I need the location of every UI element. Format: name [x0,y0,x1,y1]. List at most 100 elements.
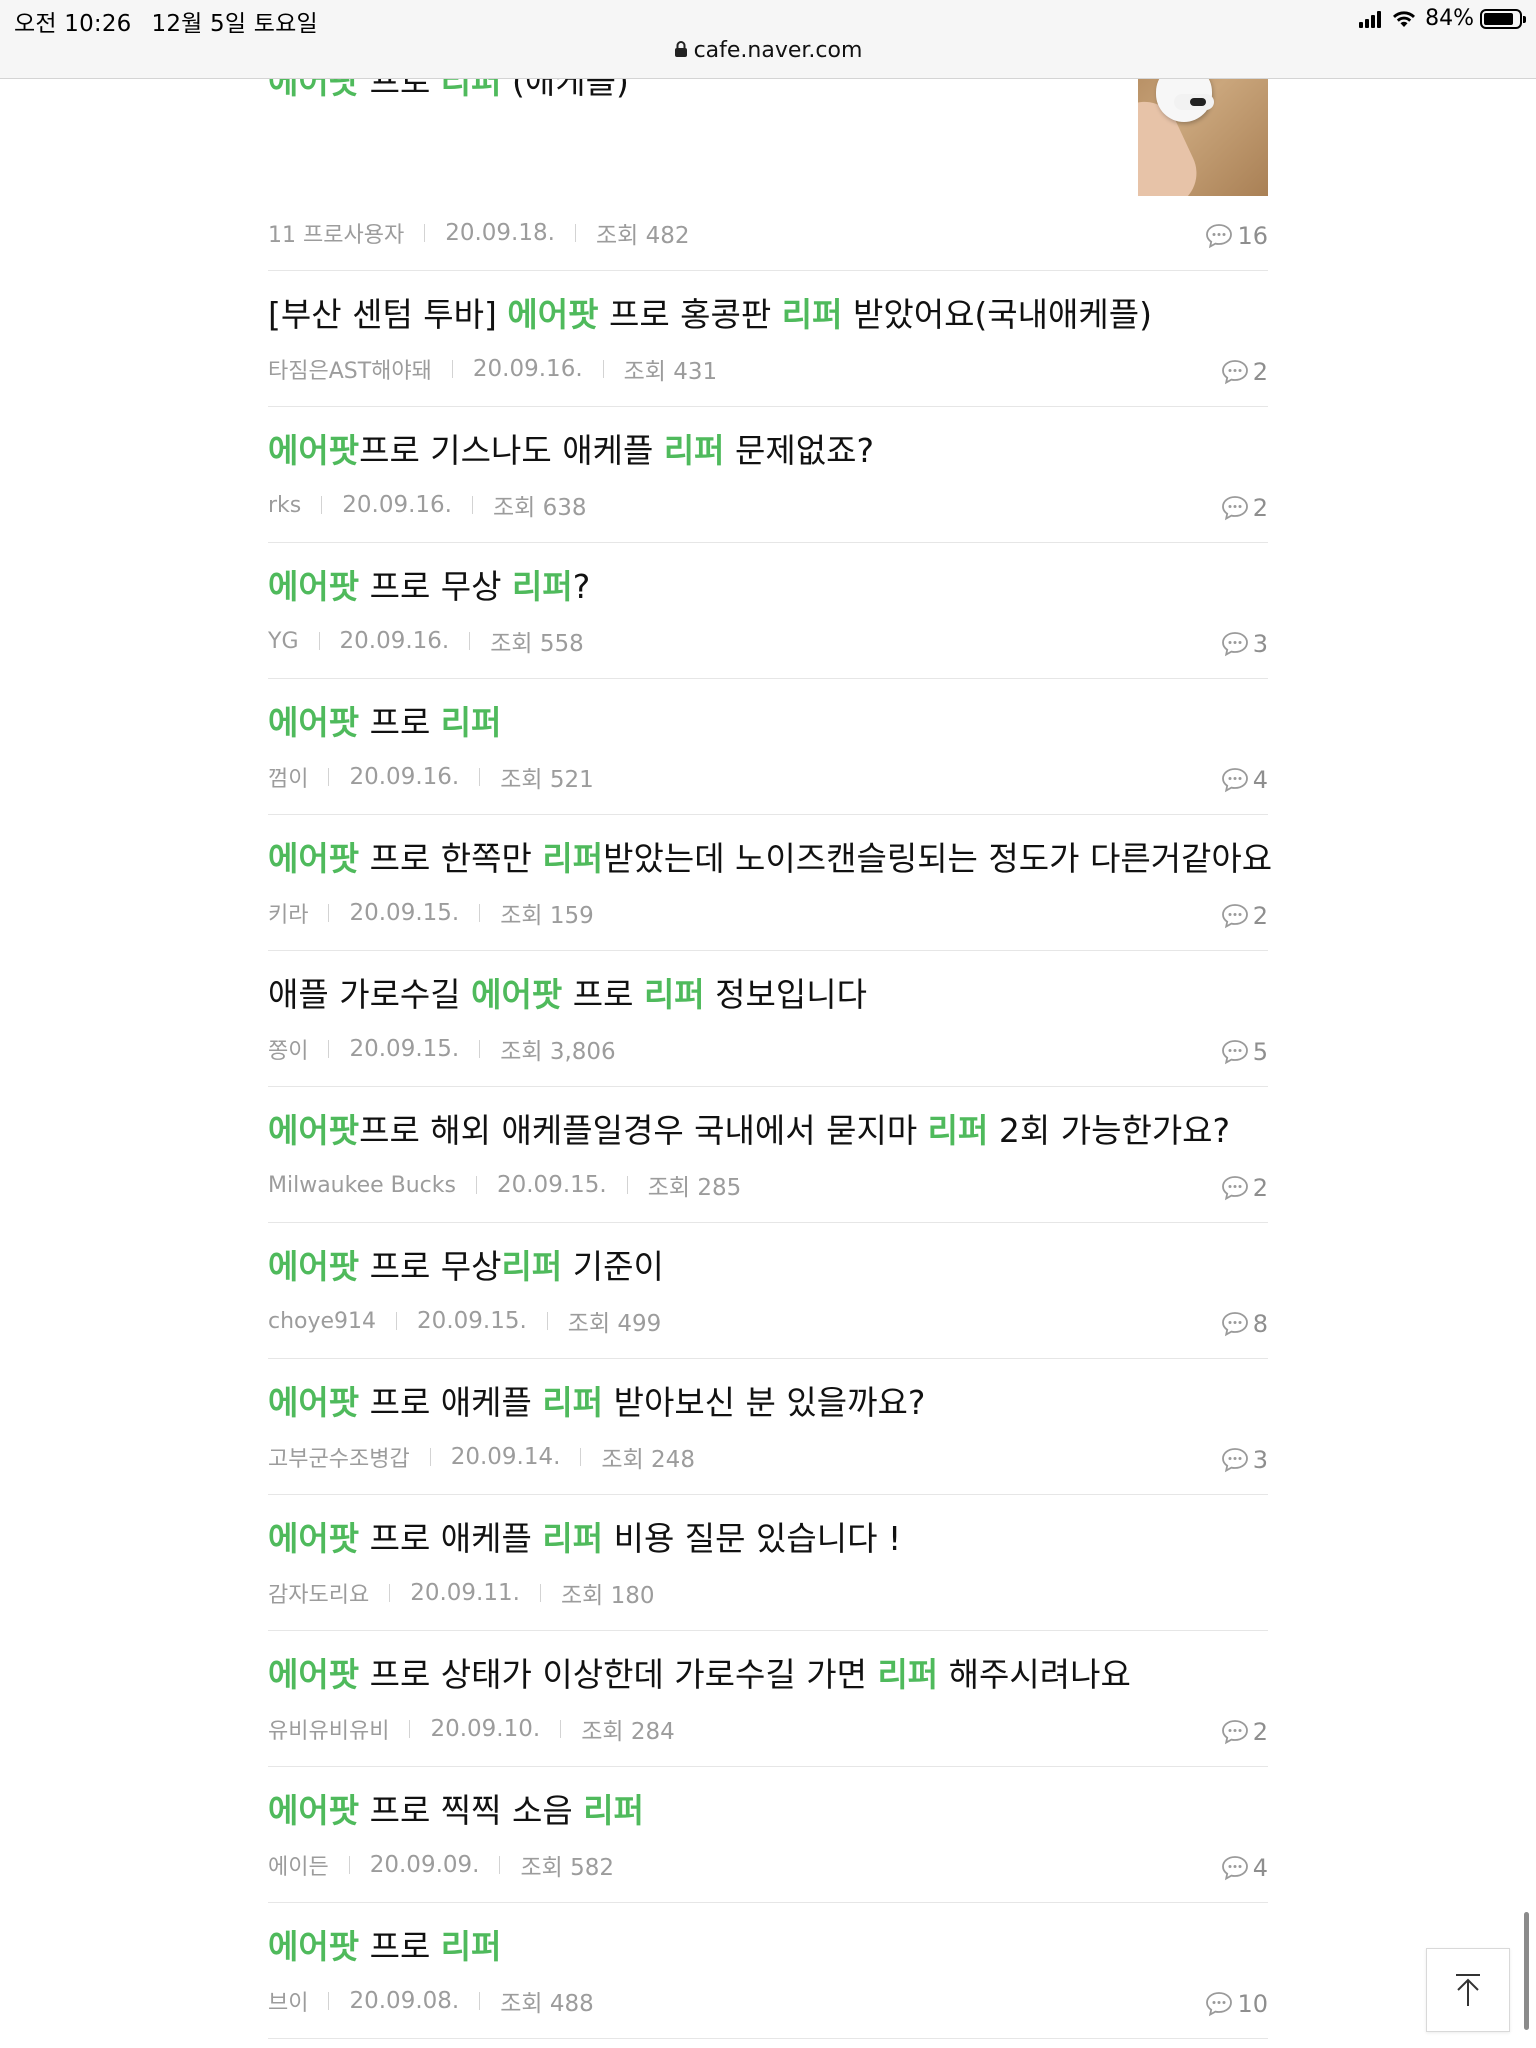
post-author: 브이 [268,1991,309,2016]
comment-count[interactable]: 2 [1221,494,1268,522]
meta-divider [451,360,453,378]
back-to-top-button[interactable] [1426,1948,1510,2032]
post-meta: 껌이 20.09.16. 조회 521 [268,760,594,794]
meta-divider [479,768,481,786]
meta-divider [328,1992,330,2010]
list-item[interactable]: 에어팟 프로 애케플 리퍼 받아보신 분 있을까요? 고부군수조병갑 20.09.1… [268,1358,1268,1495]
title-keyword: 리퍼 [501,1247,563,1286]
post-views: 조회 248 [601,1447,695,1473]
post-views: 조회 284 [581,1719,675,1745]
post-views: 조회 482 [595,223,690,249]
post-title[interactable]: 에어팟 프로 리퍼 [268,700,502,746]
list-item[interactable]: 에어팟프로 기스나도 애케플 리퍼 문제없죠? rks 20.09.16. 조회 63… [268,406,1268,543]
post-title[interactable]: 에어팟 프로 찍찍 소음 리퍼 [268,1788,644,1834]
comment-count[interactable]: 2 [1221,358,1268,386]
scrollbar[interactable] [1524,1912,1529,2030]
post-title[interactable]: 에어팟 프로 애케플 리퍼 비용 질문 있습니다 ! [268,1516,901,1562]
post-author: rks [268,492,302,518]
title-text: 비용 질문 있습니다 ! [603,1519,902,1558]
list-item[interactable]: 에어팟 프로 무상 리퍼? YG 20.09.16. 조회 558 3 [268,542,1268,679]
comment-count[interactable]: 3 [1221,1446,1268,1474]
comment-count[interactable]: 4 [1221,766,1268,794]
post-title[interactable]: 에어팟 프로 상태가 이상한데 가로수길 가면 리퍼 해주시려나요 [268,1652,1131,1698]
post-title[interactable]: 에어팟프로 해외 애케플일경우 국내에서 묻지마 리퍼 2회 가능한가요? [268,1108,1230,1154]
meta-divider [348,1856,350,1874]
comment-count-value: 4 [1252,1854,1268,1882]
list-item[interactable]: 에어팟프로 해외 애케플일경우 국내에서 묻지마 리퍼 2회 가능한가요? Mil… [268,1086,1268,1223]
comment-bubble-icon [1221,1448,1248,1473]
list-item[interactable]: 에어팟 프로 리퍼 브이 20.09.08. 조회 488 10 [268,1902,1268,2039]
post-title[interactable]: 애플 가로수길 에어팟 프로 리퍼 정보입니다 [268,972,867,1018]
comment-count[interactable]: 5 [1221,1038,1268,1066]
list-item[interactable]: 애플 가로수길 에어팟 프로 리퍼 정보입니다쫑이 20.09.15. 조회 3,8… [268,950,1268,1087]
title-text: 프로 무상 [359,567,513,606]
title-keyword: 에어팟 [268,567,360,606]
post-thumbnail[interactable] [1138,60,1268,196]
comment-bubble-icon [1206,224,1233,249]
title-text: 프로 [562,975,644,1014]
list-item[interactable]: 에어팟 프로 상태가 이상한데 가로수길 가면 리퍼 해주시려나요 유비유비유비 2… [268,1630,1268,1767]
meta-divider [409,1720,411,1738]
comment-count[interactable]: 8 [1221,1310,1268,1338]
status-time: 오전 10:26 [14,11,132,37]
cellular-signal-icon [1359,10,1383,28]
post-meta: 쫑이 20.09.15. 조회 3,806 [268,1032,616,1066]
list-item[interactable]: 에어팟 프로 무상리퍼 기준이 choye914 20.09.15. 조회 499 8 [268,1222,1268,1359]
post-title[interactable]: 에어팟 프로 한쪽만 리퍼받았는데 노이즈캔슬링되는 정도가 다른거같아요 [268,836,1272,882]
comment-count[interactable]: 4 [1221,1854,1268,1882]
post-views: 조회 558 [490,631,584,657]
post-date: 20.09.16. [349,764,460,790]
title-text: 기준이 [562,1247,664,1286]
post-date: 20.09.15. [496,1172,607,1198]
battery-percent: 84% [1425,6,1474,31]
meta-divider [469,632,471,650]
browser-status-bar: 오전 10:26 12월 5일 토요일 84% cafe.naver.com [0,0,1536,79]
url-domain: cafe.naver.com [693,38,863,63]
comment-count[interactable]: 2 [1221,1718,1268,1746]
title-text: 프로 애케플 [359,1383,543,1422]
arrow-up-icon [1456,1974,1480,2006]
title-text: [부산 센텀 투바] [268,295,508,334]
meta-divider [546,1312,548,1330]
title-text: 프로 해외 애케플일경우 국내에서 묻지마 [359,1111,928,1150]
post-meta: YG 20.09.16. 조회 558 [268,624,584,658]
comment-bubble-icon [1206,1992,1233,2017]
meta-divider [539,1584,541,1602]
list-item[interactable]: 에어팟 프로 찍찍 소음 리퍼 에이든 20.09.09. 조회 582 4 [268,1766,1268,1903]
post-date: 20.09.15. [349,1036,460,1062]
meta-divider [560,1720,562,1738]
list-item[interactable]: 에어팟 프로 한쪽만 리퍼받았는데 노이즈캔슬링되는 정도가 다른거같아요 키라 2… [268,814,1272,951]
title-keyword: 리퍼 [440,703,502,742]
meta-divider [574,224,576,242]
title-text: 프로 한쪽만 [359,839,543,878]
post-views: 조회 431 [623,359,718,385]
post-title[interactable]: [부산 센텀 투바] 에어팟 프로 홍콩판 리퍼 받았어요(국내애케플) [268,292,1152,338]
post-title[interactable]: 에어팟프로 기스나도 애케플 리퍼 문제없죠? [268,428,874,474]
post-title[interactable]: 에어팟 프로 리퍼 [268,1924,502,1970]
comment-count[interactable]: 10 [1205,1990,1268,2018]
meta-divider [396,1312,398,1330]
url-bar[interactable]: cafe.naver.com [0,38,1536,63]
meta-divider [429,1448,431,1466]
title-keyword: 리퍼 [643,975,705,1014]
comment-count[interactable]: 3 [1221,630,1268,658]
title-keyword: 에어팟 [268,1383,360,1422]
comment-count[interactable]: 2 [1221,1174,1268,1202]
meta-divider [389,1584,391,1602]
list-item[interactable]: 에어팟 프로 애케플 리퍼 비용 질문 있습니다 ! 감자도리요 20.09.11.… [268,1494,1268,1631]
meta-divider [328,904,330,922]
lock-icon [674,41,687,57]
title-keyword: 에어팟 [471,975,563,1014]
title-text: 받아보신 분 있을까요? [603,1383,926,1422]
post-title[interactable]: 에어팟 프로 애케플 리퍼 받아보신 분 있을까요? [268,1380,925,1426]
title-keyword: 리퍼 [512,567,573,606]
comment-bubble-icon [1221,1720,1248,1745]
post-date: 20.09.11. [410,1580,520,1606]
post-meta: 감자도리요 20.09.11. 조회 180 [268,1576,654,1610]
post-title[interactable]: 에어팟 프로 무상 리퍼? [268,564,590,610]
comment-count[interactable]: 16 [1205,222,1268,250]
comment-count[interactable]: 2 [1221,902,1268,930]
list-item[interactable]: 에어팟 프로 리퍼껌이 20.09.16. 조회 521 4 [268,678,1268,815]
list-item[interactable]: [부산 센텀 투바] 에어팟 프로 홍콩판 리퍼 받았어요(국내애케플) 타짐은A… [268,270,1268,407]
post-title[interactable]: 에어팟 프로 무상리퍼 기준이 [268,1244,664,1290]
